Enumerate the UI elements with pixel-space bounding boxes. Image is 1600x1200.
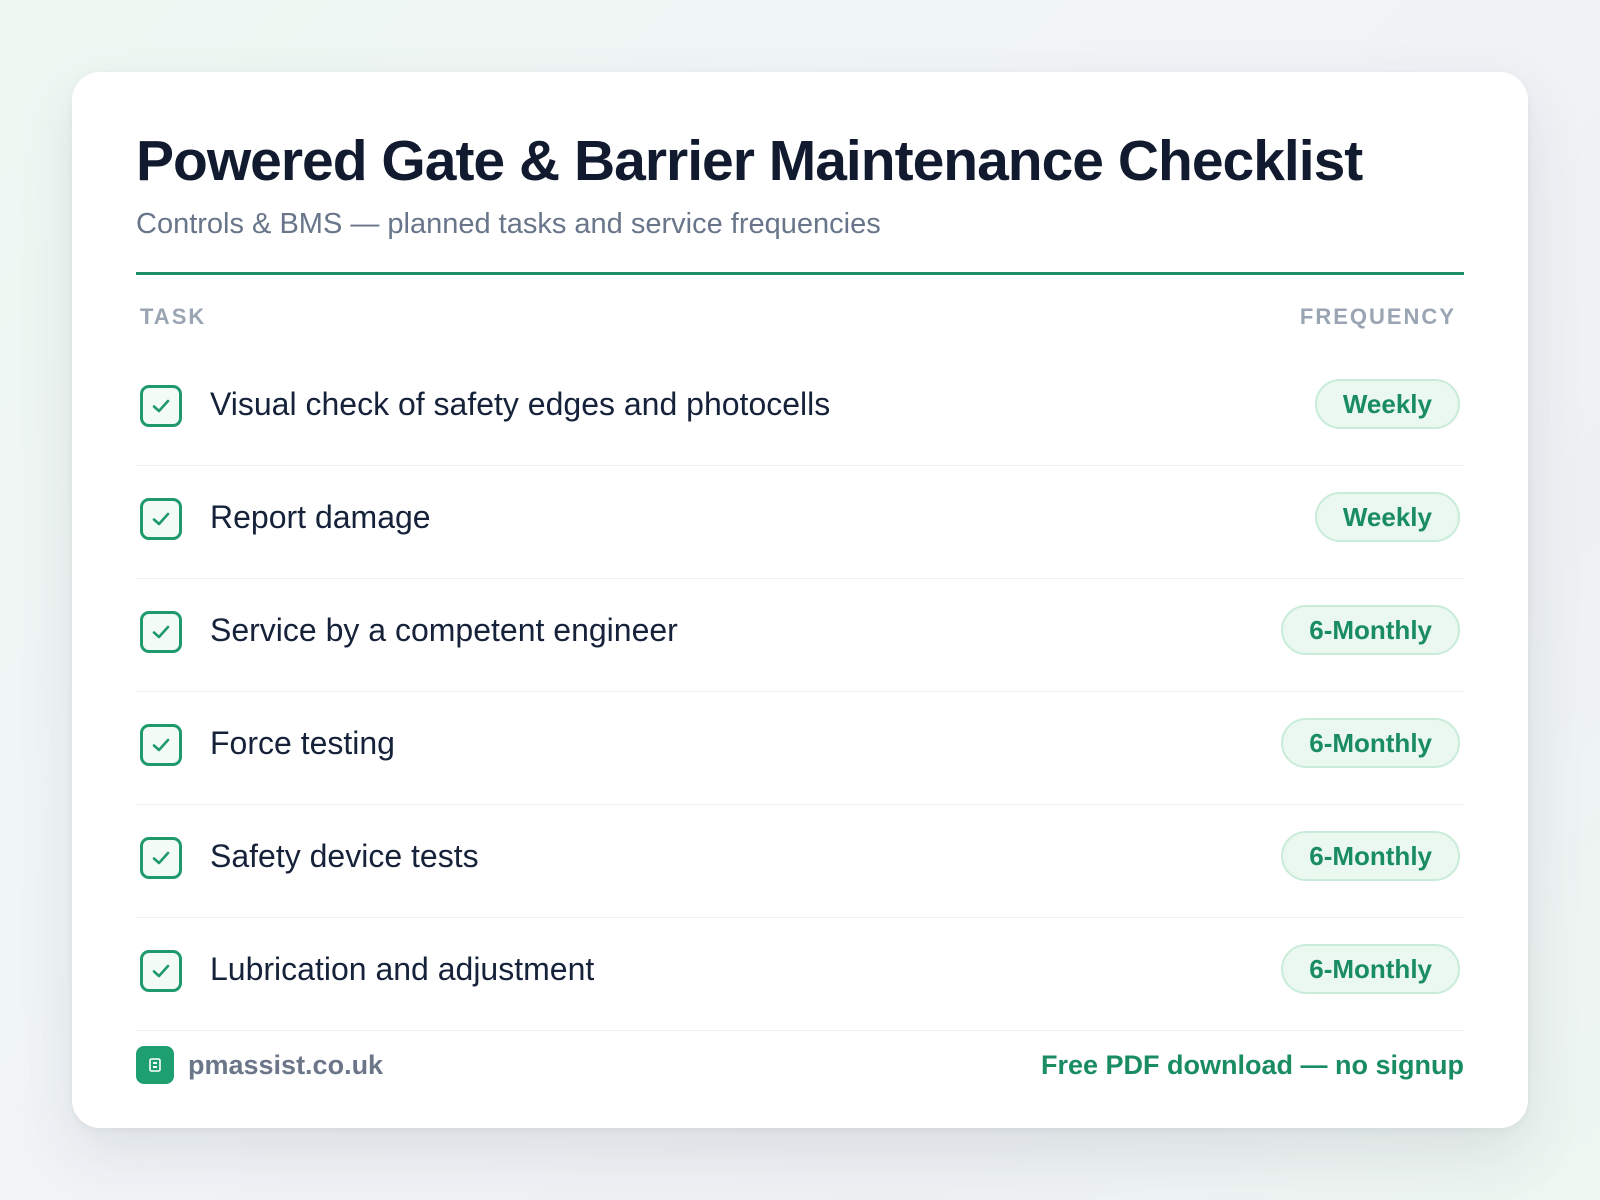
- frequency-badge: 6-Monthly: [1281, 605, 1460, 655]
- checkmark-icon: [152, 512, 170, 526]
- site-name: pmassist.co.uk: [188, 1050, 384, 1080]
- checkmark-icon: [152, 625, 170, 639]
- checklist-card: Powered Gate & Barrier Maintenance Check…: [72, 72, 1528, 1128]
- task-label: Visual check of safety edges and photoce…: [210, 386, 831, 422]
- list-item: Visual check of safety edges and photoce…: [136, 353, 1464, 466]
- task-label: Lubrication and adjustment: [210, 951, 595, 987]
- list-item: Force testing 6-Monthly: [136, 692, 1464, 805]
- frequency-badge: 6-Monthly: [1281, 831, 1460, 881]
- task-label: Force testing: [210, 725, 395, 761]
- frequency-badge: 6-Monthly: [1281, 944, 1460, 994]
- checkmark-icon: [152, 851, 170, 865]
- frequency-badge: Weekly: [1314, 492, 1460, 542]
- task-checkbox[interactable]: [140, 950, 182, 992]
- page-title: Powered Gate & Barrier Maintenance Check…: [136, 129, 1363, 193]
- building-icon: [149, 1058, 161, 1072]
- frequency-column-header: FREQUENCY: [1299, 304, 1456, 329]
- download-pdf-link[interactable]: Free PDF download — no signup: [1041, 1050, 1464, 1081]
- checkmark-icon: [152, 738, 170, 752]
- task-checkbox[interactable]: [140, 385, 182, 427]
- list-item: Lubrication and adjustment 6-Monthly: [136, 918, 1464, 1031]
- list-item: Safety device tests 6-Monthly: [136, 805, 1464, 918]
- page-subtitle: Controls & BMS — planned tasks and servi…: [136, 208, 881, 240]
- task-checkbox[interactable]: [140, 724, 182, 766]
- list-item: Service by a competent engineer 6-Monthl…: [136, 579, 1464, 692]
- task-column-header: TASK: [140, 304, 207, 329]
- task-checkbox[interactable]: [140, 837, 182, 879]
- site-logo: [136, 1046, 174, 1084]
- task-label: Safety device tests: [210, 838, 479, 874]
- frequency-badge: Weekly: [1314, 379, 1460, 429]
- task-checkbox[interactable]: [140, 498, 182, 540]
- header-divider: [136, 272, 1464, 275]
- frequency-badge: 6-Monthly: [1281, 718, 1460, 768]
- task-label: Service by a competent engineer: [210, 612, 678, 648]
- checkmark-icon: [152, 399, 170, 413]
- checkmark-icon: [152, 964, 170, 978]
- list-item: Report damage Weekly: [136, 466, 1464, 579]
- task-label: Report damage: [210, 499, 431, 535]
- task-list: Visual check of safety edges and photoce…: [136, 353, 1464, 1031]
- task-checkbox[interactable]: [140, 611, 182, 653]
